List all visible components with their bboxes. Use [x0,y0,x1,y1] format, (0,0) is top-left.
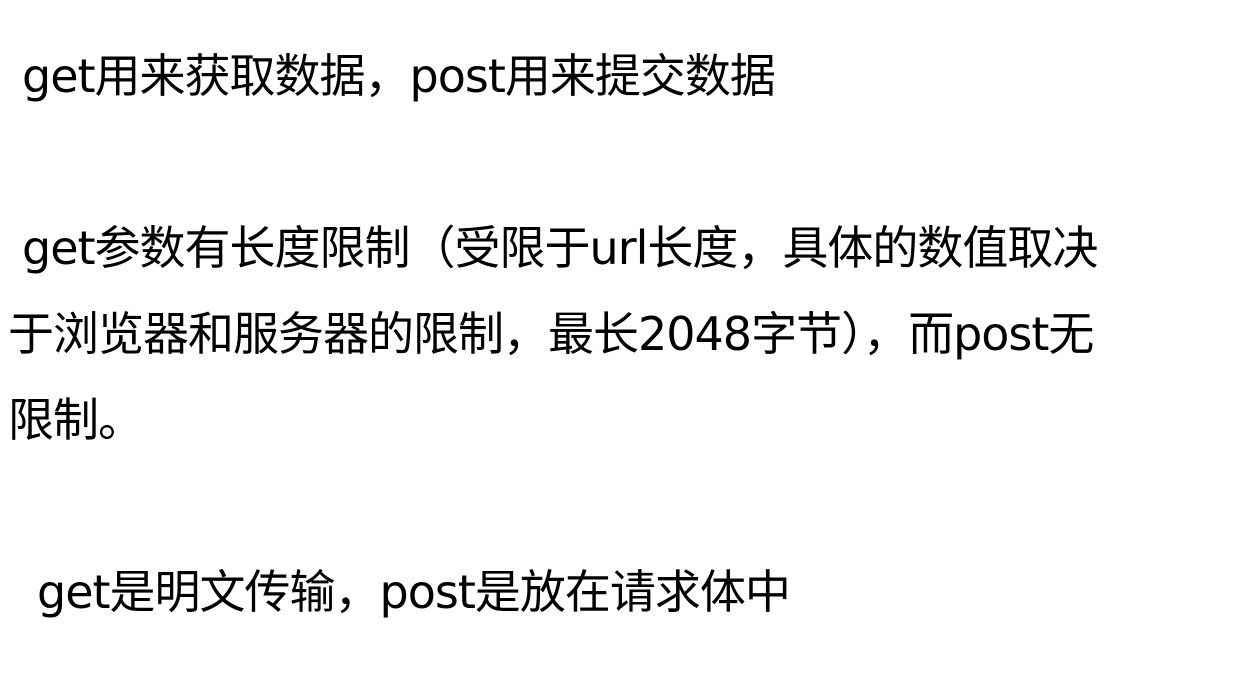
paragraph-get-post-purpose: get用来获取数据，post用来提交数据 [22,49,776,103]
paragraph-length-limit-line-1: get参数有长度限制（受限于url长度，具体的数值取决 [22,221,1098,275]
document-page: { "paragraphs": { "p1": "get用来获取数据，post用… [0,0,1245,690]
paragraph-length-limit-line-3: 限制。 [8,393,144,447]
paragraph-length-limit-line-2: 于浏览器和服务器的限制，最长2048字节），而post无 [8,307,1094,361]
paragraph-transmission: get是明文传输，post是放在请求体中 [37,565,791,619]
